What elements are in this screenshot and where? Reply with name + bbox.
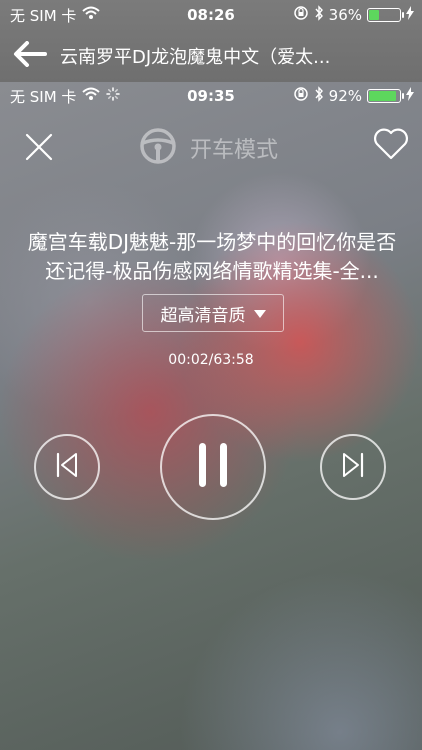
carrier-text: 无 SIM 卡: [10, 87, 77, 106]
battery-icon: [367, 89, 404, 103]
wifi-icon: [82, 6, 101, 24]
outer-status-bar: 无 SIM 卡 08:26 36%: [0, 2, 422, 28]
back-arrow-icon: [13, 41, 47, 71]
steering-wheel-icon: [138, 126, 178, 170]
carrier-text: 无 SIM 卡: [10, 6, 77, 25]
player-status-bar: 无 SIM 卡 09:35 92%: [0, 82, 422, 110]
favorite-button[interactable]: [372, 125, 410, 163]
driving-mode-player: 无 SIM 卡 09:35 92% 开车模式 魔宫车载DJ魅魅-那一场梦中的回忆…: [0, 82, 422, 750]
rotation-lock-icon: [293, 5, 309, 25]
playback-time: 00:02/63:58: [168, 352, 254, 368]
player-status-time: 09:35: [187, 87, 235, 105]
battery-icon: [367, 8, 404, 22]
outer-app-header: 无 SIM 卡 08:26 36% 云南罗平DJ龙泡魔鬼中文（爱太...: [0, 0, 422, 82]
player-top-bar: 开车模式: [0, 122, 422, 172]
pause-icon: [196, 441, 230, 493]
pause-button[interactable]: [160, 414, 266, 520]
song-title: 魔宫车载DJ魅魅-那一场梦中的回忆你是否还记得-极品伤感网络情歌精选集-全...: [27, 230, 397, 283]
bluetooth-icon: [314, 5, 324, 25]
bluetooth-icon: [314, 86, 324, 106]
player-status-left: 无 SIM 卡: [10, 86, 121, 107]
rotation-lock-icon: [293, 86, 309, 106]
activity-spinner-icon: [106, 87, 121, 105]
next-track-icon: [340, 451, 366, 483]
charging-bolt-icon: [406, 87, 414, 105]
driving-mode-label: 开车模式: [190, 138, 279, 163]
previous-track-icon: [54, 451, 80, 483]
wifi-icon: [82, 87, 101, 105]
battery-percent: 36%: [328, 6, 362, 24]
player-status-right: 92%: [293, 86, 414, 106]
driving-mode-toggle[interactable]: 开车模式: [138, 126, 278, 170]
outer-status-left: 无 SIM 卡: [10, 5, 101, 26]
heart-icon: [372, 128, 410, 167]
outer-status-right: 36%: [293, 5, 414, 25]
next-track-button[interactable]: [320, 434, 386, 500]
close-button[interactable]: [22, 130, 56, 164]
nav-bar: 云南罗平DJ龙泡魔鬼中文（爱太...: [0, 32, 422, 80]
battery-percent: 92%: [328, 87, 362, 105]
quality-selector[interactable]: 超高清音质: [142, 294, 284, 332]
charging-bolt-icon: [406, 6, 414, 24]
quality-label: 超高清音质: [160, 305, 246, 326]
previous-track-button[interactable]: [34, 434, 100, 500]
outer-status-time: 08:26: [187, 6, 235, 24]
back-button[interactable]: [0, 32, 60, 80]
close-icon: [22, 133, 56, 168]
nav-title: 云南罗平DJ龙泡魔鬼中文（爱太...: [60, 47, 331, 68]
dropdown-triangle-icon: [253, 303, 266, 323]
